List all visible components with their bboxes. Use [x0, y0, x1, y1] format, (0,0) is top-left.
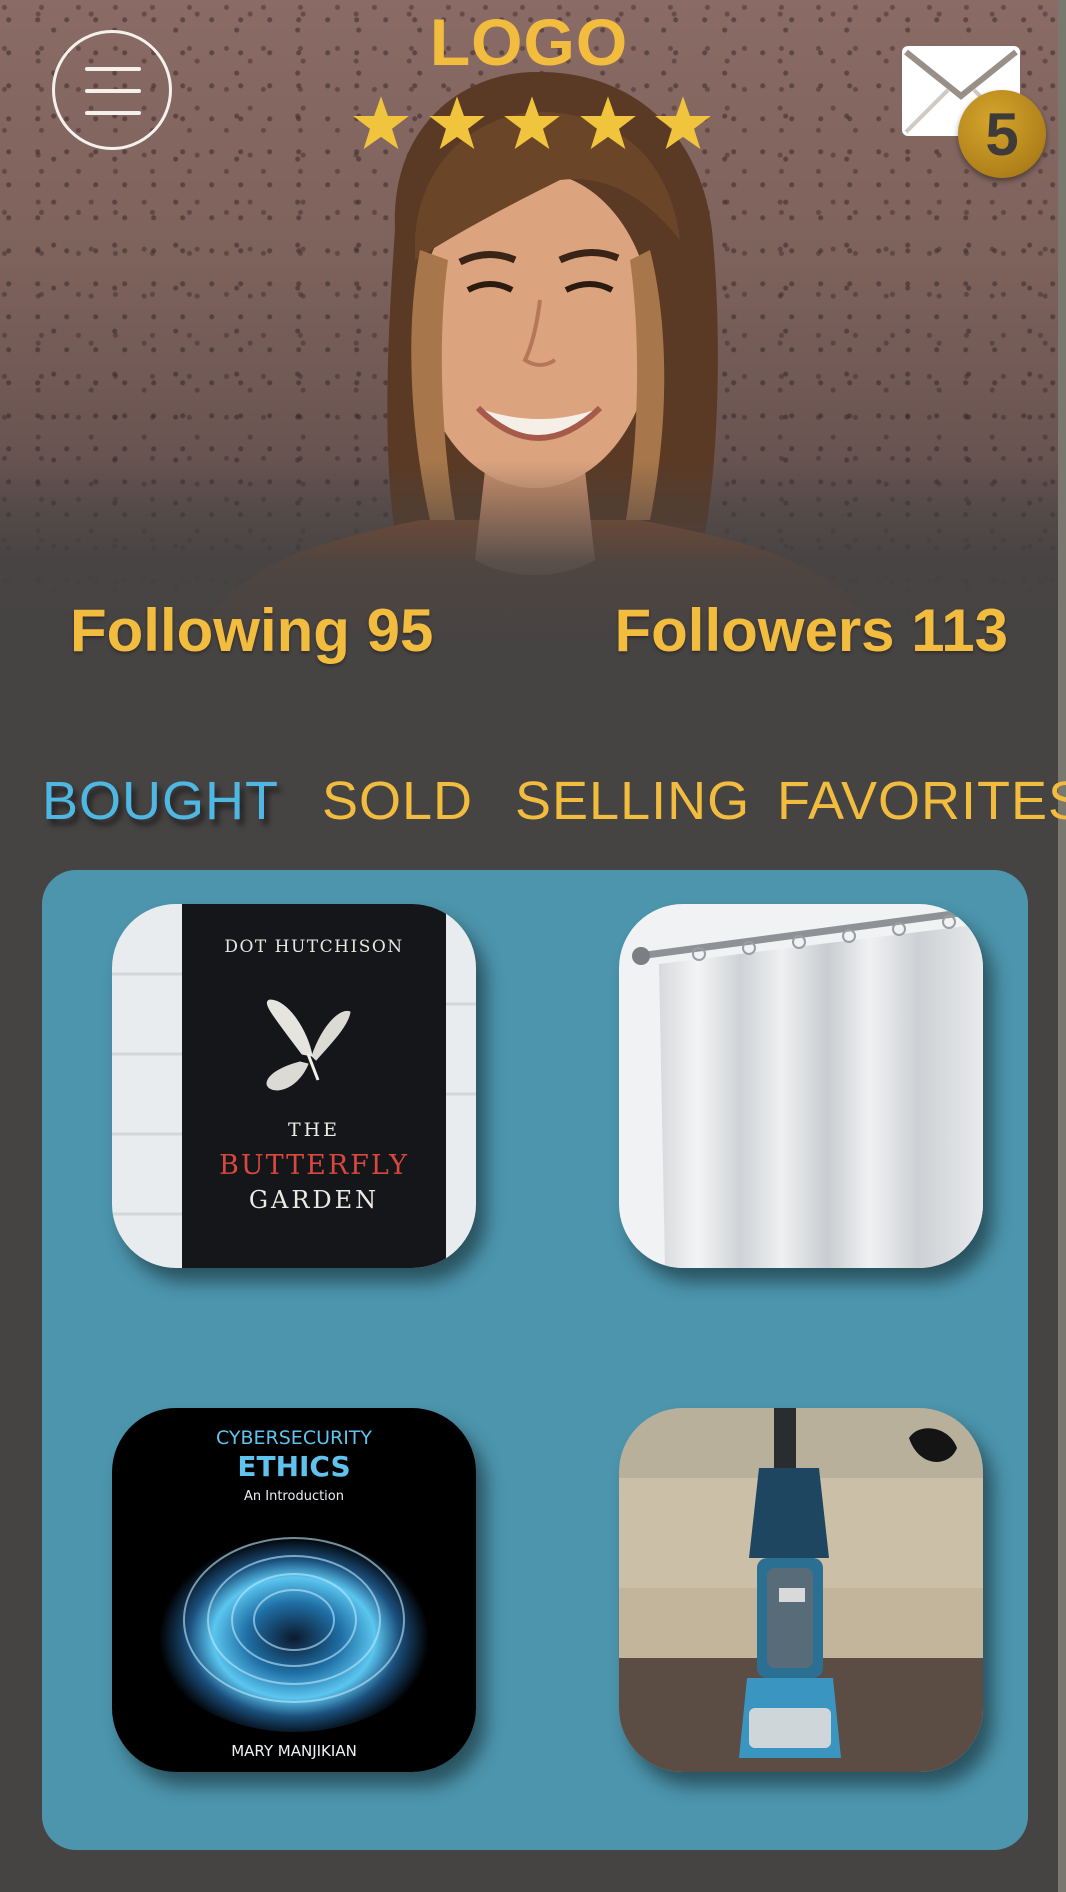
star-icon	[428, 96, 485, 150]
item-card-cybersecurity-ethics[interactable]: CYBERSECURITY ETHICS An Introduction MAR…	[112, 1408, 476, 1772]
item-image: DOT HUTCHISON THE BUTTERFLY GARDEN	[112, 904, 476, 1268]
book-title-line3: GARDEN	[249, 1186, 379, 1214]
book-title-line1: THE	[288, 1119, 340, 1141]
item-image: CYBERSECURITY ETHICS An Introduction MAR…	[112, 1408, 476, 1772]
book-author: DOT HUTCHISON	[224, 937, 403, 957]
star-icon	[353, 96, 409, 150]
unread-count-badge[interactable]: 5	[958, 90, 1046, 178]
book-title-line1: CYBERSECURITY	[216, 1427, 372, 1449]
followers-count[interactable]: Followers 113	[614, 596, 1008, 665]
item-card-upright-vacuum[interactable]	[619, 1408, 983, 1772]
item-card-butterfly-garden[interactable]: DOT HUTCHISON THE BUTTERFLY GARDEN	[112, 904, 476, 1268]
item-card-shower-curtain[interactable]	[619, 904, 983, 1268]
item-tabs: BOUGHT SOLD SELLING FAVORITES	[40, 770, 1066, 840]
menu-icon-bar	[85, 111, 141, 115]
page-edge	[1058, 0, 1066, 1892]
book-title-line2: BUTTERFLY	[219, 1150, 409, 1181]
item-image	[619, 904, 983, 1268]
tab-selling[interactable]: SELLING	[515, 770, 750, 832]
following-count[interactable]: Following 95	[70, 596, 433, 665]
tab-bought[interactable]: BOUGHT	[42, 770, 279, 832]
menu-icon-bar	[85, 89, 141, 93]
book-subtitle: An Introduction	[244, 1489, 344, 1504]
seller-rating	[352, 94, 712, 154]
tab-sold[interactable]: SOLD	[322, 770, 473, 832]
book-author: MARY MANJIKIAN	[231, 1742, 357, 1760]
profile-page: LOGO 5 Following 95 Followers 113 BOUGHT…	[0, 0, 1066, 1892]
star-icon	[655, 96, 711, 150]
book-title-line2: ETHICS	[237, 1450, 350, 1483]
star-icon	[504, 96, 560, 150]
curtain	[659, 924, 983, 1268]
star-icon	[579, 96, 636, 150]
fingerprint-swirl	[144, 1508, 444, 1732]
tab-favorites[interactable]: FAVORITES	[777, 770, 1066, 832]
items-grid: DOT HUTCHISON THE BUTTERFLY GARDEN CYBER…	[42, 870, 1028, 1850]
item-image	[619, 1408, 983, 1772]
